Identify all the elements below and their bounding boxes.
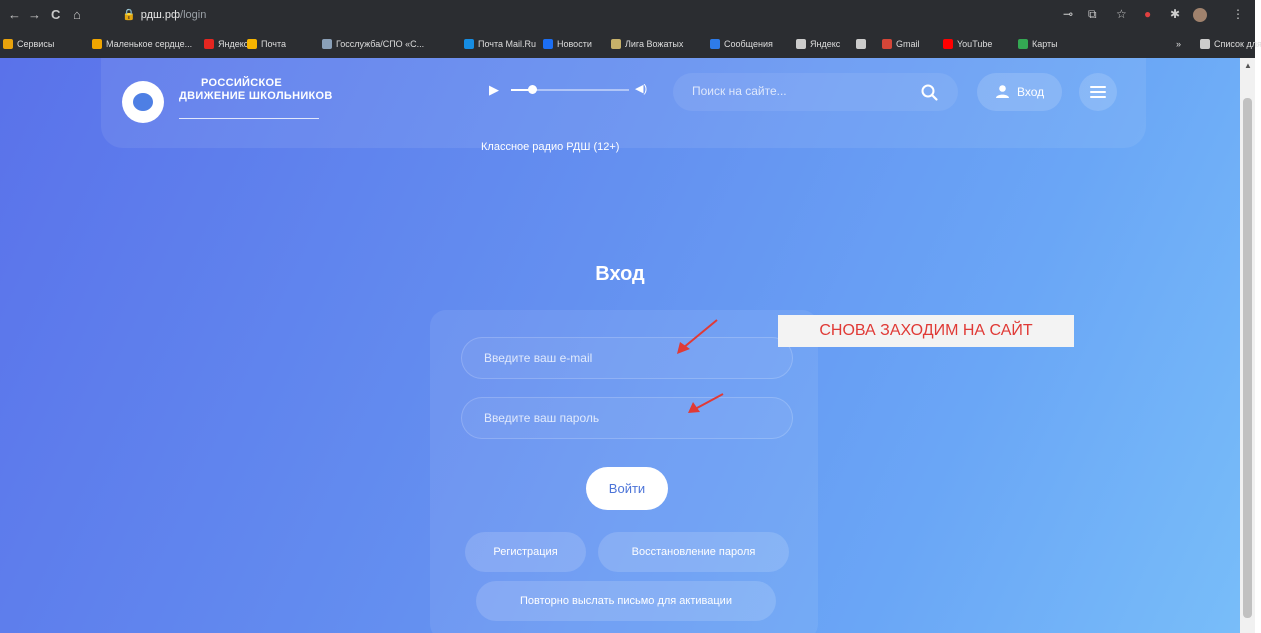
bookmark-label: Gmail	[896, 39, 920, 49]
bookmark-label: YouTube	[957, 39, 993, 49]
bookmark-label: Яндекс	[218, 39, 249, 49]
password-field-wrapper	[461, 397, 793, 439]
login-button-label: Вход	[1017, 85, 1045, 99]
bookmark-item[interactable]: Новости	[543, 39, 592, 49]
bookmark-label: Почта	[261, 39, 286, 49]
bookmark-label: Яндекс	[810, 39, 841, 49]
bookmark-item[interactable]	[856, 39, 870, 49]
scrollbar-thumb[interactable]	[1243, 98, 1252, 618]
menu-bar-icon	[1090, 91, 1106, 93]
kebab-menu-icon[interactable]: ⋮	[1232, 7, 1244, 21]
login-form: Войти Регистрация Восстановление пароля …	[430, 310, 818, 633]
bookmark-icon	[856, 39, 866, 49]
register-button[interactable]: Регистрация	[465, 532, 586, 572]
scroll-up-icon[interactable]: ▲	[1244, 61, 1252, 70]
bookmark-icon	[710, 39, 720, 49]
hamburger-menu-button[interactable]	[1079, 73, 1117, 111]
logo-underline	[179, 118, 319, 119]
bookmark-label: Сервисы	[17, 39, 55, 49]
share-icon[interactable]: ⧉	[1088, 7, 1097, 22]
bookmark-label: Лига Вожатых	[625, 39, 684, 49]
radio-progress-knob[interactable]	[528, 85, 538, 94]
home-icon[interactable]: ⌂	[73, 7, 81, 22]
bookmark-item[interactable]: Карты	[1018, 39, 1058, 49]
bookmark-item[interactable]: Яндекс	[204, 39, 248, 49]
bookmark-item[interactable]: Госслужба/СПО «С...	[322, 39, 424, 49]
url-domain: рдш.рф	[140, 9, 181, 21]
back-icon[interactable]: ←	[8, 7, 21, 22]
profile-avatar[interactable]	[1193, 8, 1207, 22]
forward-icon[interactable]: →	[28, 7, 41, 22]
menu-bar-icon	[1090, 96, 1106, 98]
restore-password-button[interactable]: Восстановление пароля	[598, 532, 789, 572]
bookmark-label: Новости	[557, 39, 592, 49]
search-icon[interactable]	[919, 82, 941, 104]
password-field[interactable]	[482, 410, 766, 426]
bookmark-icon	[611, 39, 621, 49]
browser-chrome: ← → C ⌂ 🔒 рдш.рф/login ⊸ ⧉ ☆ ● ✱ ⋮ Список…	[0, 0, 1261, 58]
bookmark-icon	[1018, 39, 1028, 49]
bookmark-icon	[796, 39, 806, 49]
logo-icon[interactable]	[122, 81, 164, 123]
reading-list[interactable]: Список для чтения	[1200, 39, 1261, 49]
logo-line-2: ДВИЖЕНИЕ ШКОЛЬНИКОВ	[179, 90, 333, 102]
extension-icon[interactable]: ●	[1144, 7, 1151, 21]
bookmark-item[interactable]: YouTube	[943, 39, 992, 49]
browser-toolbar: ← → C ⌂ 🔒 рдш.рф/login ⊸ ⧉ ☆ ● ✱ ⋮	[0, 0, 1255, 31]
bookmark-icon	[882, 39, 892, 49]
search-box	[673, 73, 958, 111]
bookmark-icon	[247, 39, 257, 49]
bookmark-item[interactable]: Маленькое сердце...	[92, 39, 192, 49]
menu-bar-icon	[1090, 86, 1106, 88]
email-field[interactable]	[482, 350, 766, 366]
puzzle-icon[interactable]: ✱	[1170, 7, 1180, 21]
bookmark-icon	[322, 39, 332, 49]
bookmark-icon	[543, 39, 553, 49]
bookmark-icon	[464, 39, 474, 49]
bookmark-label: Карты	[1032, 39, 1058, 49]
bookmark-label: Почта Mail.Ru	[478, 39, 536, 49]
star-icon[interactable]: ☆	[1116, 7, 1127, 21]
volume-icon[interactable]: ◀)	[635, 82, 647, 95]
logo-line-1: РОССИЙСКОЕ	[201, 77, 282, 89]
key-icon[interactable]: ⊸	[1063, 7, 1073, 21]
bookmark-item[interactable]: Почта Mail.Ru	[464, 39, 536, 49]
resend-activation-button[interactable]: Повторно выслать письмо для активации	[476, 581, 776, 621]
bookmark-item[interactable]: Лига Вожатых	[611, 39, 683, 49]
site-header: РОССИЙСКОЕ ДВИЖЕНИЕ ШКОЛЬНИКОВ ▶ ◀) Клас…	[101, 58, 1146, 153]
bookmark-item[interactable]: Почта	[247, 39, 286, 49]
url-path: /login	[180, 9, 207, 21]
bookmark-label: Маленькое сердце...	[106, 39, 193, 49]
login-button[interactable]: Вход	[977, 73, 1062, 111]
bookmark-label: Госслужба/СПО «С...	[336, 39, 425, 49]
lock-icon: 🔒	[122, 9, 136, 21]
radio-progress-slider[interactable]	[511, 85, 629, 94]
bookmark-icon	[92, 39, 102, 49]
bookmark-item[interactable]: Яндекс	[796, 39, 840, 49]
bookmark-icon	[3, 39, 13, 49]
bookmark-icon	[204, 39, 214, 49]
search-input[interactable]	[690, 83, 904, 99]
bookmark-label: Сообщения	[724, 39, 773, 49]
logo-text[interactable]: РОССИЙСКОЕ ДВИЖЕНИЕ ШКОЛЬНИКОВ	[179, 77, 333, 103]
page-viewport: РОССИЙСКОЕ ДВИЖЕНИЕ ШКОЛЬНИКОВ ▶ ◀) Клас…	[0, 58, 1240, 633]
annotation-callout: СНОВА ЗАХОДИМ НА САЙТ	[778, 315, 1074, 347]
bookmark-item[interactable]: Gmail	[882, 39, 920, 49]
bookmark-icon	[943, 39, 953, 49]
bookmarks-more-icon[interactable]: »	[1176, 39, 1181, 49]
bookmark-item[interactable]: Сообщения	[710, 39, 773, 49]
radio-label[interactable]: Классное радио РДШ (12+)	[481, 141, 619, 153]
submit-button[interactable]: Войти	[586, 467, 668, 510]
bookmark-item[interactable]: Сервисы	[3, 39, 54, 49]
user-icon	[996, 85, 1009, 98]
page-title: Вход	[595, 263, 645, 285]
scrollbar[interactable]: ▲	[1240, 58, 1255, 633]
reload-icon[interactable]: C	[51, 7, 60, 22]
address-bar[interactable]: 🔒 рдш.рф/login	[122, 8, 206, 21]
email-field-wrapper	[461, 337, 793, 379]
bookmarks-bar: Список для чтения Сервисы Маленькое сердц…	[0, 34, 1261, 56]
reading-list-icon	[1200, 39, 1210, 49]
play-icon[interactable]: ▶	[489, 82, 499, 98]
